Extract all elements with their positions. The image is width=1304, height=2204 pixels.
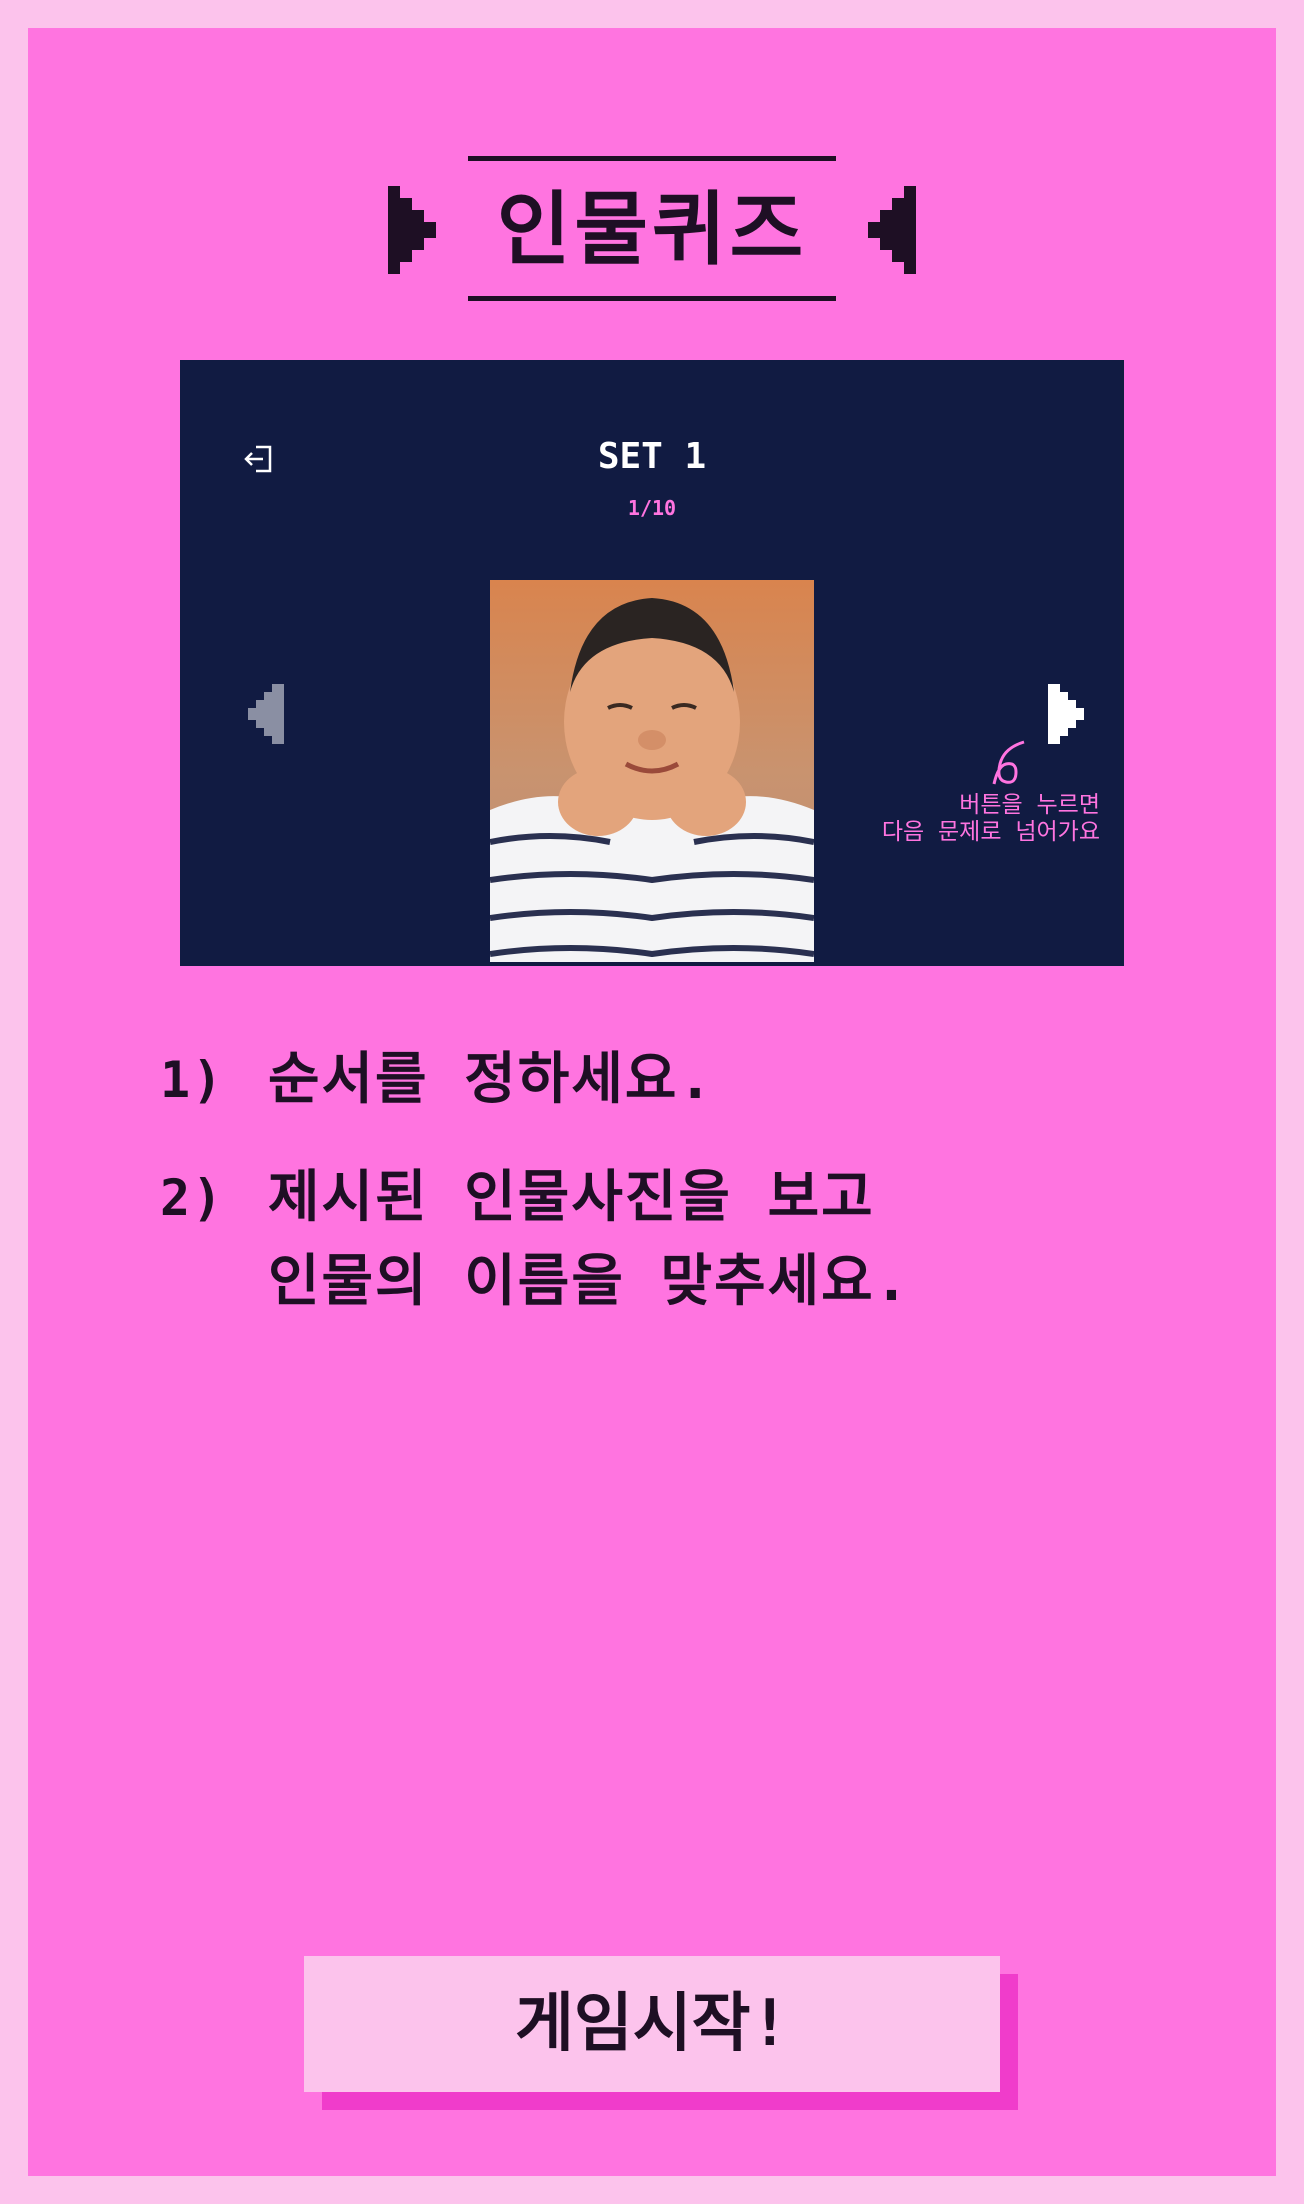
title-left-arrow-icon bbox=[388, 186, 436, 274]
title-right-arrow-icon bbox=[868, 186, 916, 274]
hint-line-2: 다음 문제로 넘어가요 bbox=[881, 819, 1100, 845]
instruction-step-2: 2) 제시된 인물사진을 보고 인물의 이름을 맞추세요. bbox=[160, 1156, 1180, 1324]
person-photo bbox=[490, 580, 814, 962]
title-top-rule bbox=[468, 156, 836, 161]
instructions-list: 1) 순서를 정하세요. 2) 제시된 인물사진을 보고 인물의 이름을 맞추세… bbox=[160, 1038, 1180, 1358]
page-title: 인물퀴즈 bbox=[496, 183, 808, 276]
title-bottom-rule bbox=[468, 296, 836, 301]
arrow-right-icon bbox=[1048, 684, 1084, 744]
instruction-line: 순서를 정하세요. bbox=[268, 1047, 715, 1112]
exit-icon bbox=[244, 445, 272, 473]
start-game-button[interactable]: 게임시작! bbox=[304, 1956, 1000, 2092]
instruction-line: 제시된 인물사진을 보고 bbox=[268, 1165, 875, 1230]
next-hint-text: 버튼을 누르면 다음 문제로 넘어가요 bbox=[820, 792, 1100, 846]
curl-pointer-icon bbox=[992, 740, 1025, 785]
arrow-left-icon bbox=[248, 684, 284, 744]
instruction-line: 인물의 이름을 맞추세요. bbox=[268, 1249, 911, 1314]
set-title: SET 1 bbox=[597, 436, 707, 477]
question-progress: 1/10 bbox=[627, 496, 677, 520]
quiz-preview-panel: SET 1 1/10 버튼을 누르면 다음 문제로 넘어가요 bbox=[180, 360, 1124, 966]
instruction-step-1: 1) 순서를 정하세요. bbox=[160, 1038, 1180, 1122]
step-number: 1) bbox=[160, 1051, 225, 1109]
hint-line-1: 버튼을 누르면 bbox=[959, 792, 1100, 818]
step-number: 2) bbox=[160, 1169, 225, 1227]
quiz-intro-screen: 인물퀴즈 SET 1 1/10 버튼을 누르면 다음 문제로 넘어가요 1) 순… bbox=[28, 28, 1276, 2176]
